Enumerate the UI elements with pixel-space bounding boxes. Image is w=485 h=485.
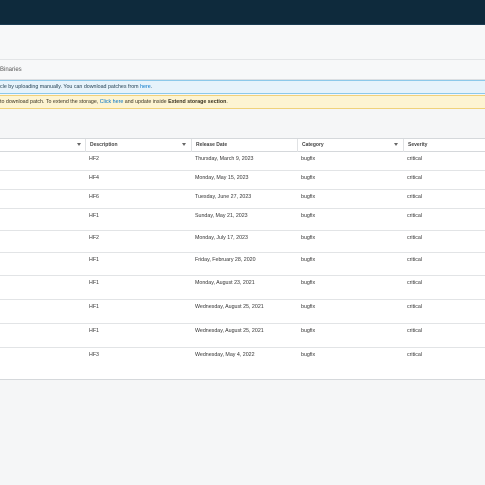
- cell-severity: critical: [407, 280, 423, 286]
- table-row[interactable]: HF3 Wednesday, May 4, 2022 bugfix critical: [0, 348, 485, 367]
- cell-category: bugfix: [301, 304, 316, 310]
- cell-category: bugfix: [301, 175, 316, 181]
- warning-banner-tail: .: [226, 99, 228, 105]
- cell-release-date: Tuesday, June 27, 2023: [195, 194, 252, 200]
- cell-description: HF4: [89, 175, 100, 181]
- table-row[interactable]: HF1 Sunday, May 21, 2023 bugfix critical: [0, 209, 485, 231]
- cell-release-date: Monday, August 23, 2021: [195, 280, 255, 286]
- cell-category: bugfix: [301, 213, 316, 219]
- cell-description: HF1: [89, 213, 100, 219]
- extend-storage-section-label: Extend storage section: [168, 99, 227, 105]
- column-header-severity[interactable]: Severity: [404, 139, 485, 152]
- table-row[interactable]: HF2 Monday, July 17, 2023 bugfix critical: [0, 231, 485, 253]
- table-row[interactable]: HF1 Wednesday, August 25, 2021 bugfix criti…: [0, 300, 485, 324]
- cell-release-date: Monday, July 17, 2023: [195, 235, 248, 241]
- info-banner: cle by uploading manually. You can downl…: [0, 80, 485, 94]
- cell-description: HF1: [89, 328, 100, 334]
- cell-severity: critical: [407, 328, 423, 334]
- cell-severity: critical: [407, 213, 423, 219]
- cell-severity: critical: [407, 304, 423, 310]
- cell-description: HF1: [89, 257, 100, 263]
- cell-category: bugfix: [301, 194, 316, 200]
- table-row[interactable]: HF2 Thursday, March 9, 2023 bugfix critical: [0, 152, 485, 171]
- warning-banner-text: to download patch. To extend the storage…: [0, 99, 100, 105]
- cell-description: HF1: [89, 304, 100, 310]
- cell-category: bugfix: [301, 328, 316, 334]
- column-header-label: Release Date: [196, 142, 228, 148]
- download-patches-link[interactable]: here: [140, 84, 151, 90]
- warning-banner-middle: and update inside: [123, 99, 169, 105]
- extend-storage-link[interactable]: Click here: [100, 99, 124, 105]
- tab-binaries[interactable]: Binaries: [0, 67, 22, 73]
- table-row[interactable]: HF6 Tuesday, June 27, 2023 bugfix critical: [0, 190, 485, 209]
- column-header-label: Severity: [408, 142, 428, 148]
- column-header-label: Description: [90, 142, 118, 148]
- info-banner-tail: .: [150, 84, 153, 90]
- table-row[interactable]: HF1 Friday, February 28, 2020 bugfix critic…: [0, 253, 485, 276]
- cell-description: HF2: [89, 235, 100, 241]
- cell-description: HF2: [89, 156, 100, 162]
- cell-description: HF6: [89, 194, 100, 200]
- cell-release-date: Friday, February 28, 2020: [195, 257, 256, 263]
- column-header-release-date[interactable]: Release Date: [192, 139, 298, 152]
- cell-severity: critical: [407, 175, 423, 181]
- cell-release-date: Wednesday, August 25, 2021: [195, 304, 264, 310]
- cell-release-date: Thursday, March 9, 2023: [195, 156, 254, 162]
- warning-banner: to download patch. To extend the storage…: [0, 95, 485, 109]
- cell-release-date: Monday, May 15, 2023: [195, 175, 249, 181]
- filter-icon[interactable]: [182, 143, 186, 146]
- table-row[interactable]: HF1 Monday, August 23, 2021 bugfix critical: [0, 276, 485, 300]
- tab-bar: Binaries: [0, 60, 485, 80]
- cell-release-date: Sunday, May 21, 2023: [195, 213, 248, 219]
- column-header-label: Category: [302, 142, 324, 148]
- column-header-category[interactable]: Category: [298, 139, 404, 152]
- column-header-description[interactable]: Description: [86, 139, 192, 152]
- table-row[interactable]: HF4 Monday, May 15, 2023 bugfix critical: [0, 171, 485, 190]
- cell-severity: critical: [407, 352, 423, 358]
- top-navigation-bar: [0, 0, 485, 25]
- cell-release-date: Wednesday, August 25, 2021: [195, 328, 264, 334]
- cell-release-date: Wednesday, May 4, 2022: [195, 352, 255, 358]
- filter-icon[interactable]: [394, 143, 398, 146]
- cell-severity: critical: [407, 235, 423, 241]
- filter-icon[interactable]: [77, 143, 81, 146]
- table-row[interactable]: HF1 Wednesday, August 25, 2021 bugfix criti…: [0, 324, 485, 348]
- column-header-hidden[interactable]: [0, 139, 86, 152]
- cell-category: bugfix: [301, 156, 316, 162]
- cell-severity: critical: [407, 194, 423, 200]
- cell-severity: critical: [407, 156, 423, 162]
- cell-description: HF1: [89, 280, 100, 286]
- info-banner-text: cle by uploading manually. You can downl…: [0, 84, 141, 90]
- cell-category: bugfix: [301, 352, 316, 358]
- page-header: [0, 25, 485, 60]
- cell-category: bugfix: [301, 235, 316, 241]
- table-footer: [0, 366, 485, 380]
- cell-category: bugfix: [301, 257, 316, 263]
- table-header: Description Release Date Category Severi…: [0, 139, 485, 152]
- cell-description: HF3: [89, 352, 100, 358]
- patches-table: Description Release Date Category Severi…: [0, 138, 485, 380]
- cell-category: bugfix: [301, 280, 316, 286]
- cell-severity: critical: [407, 257, 423, 263]
